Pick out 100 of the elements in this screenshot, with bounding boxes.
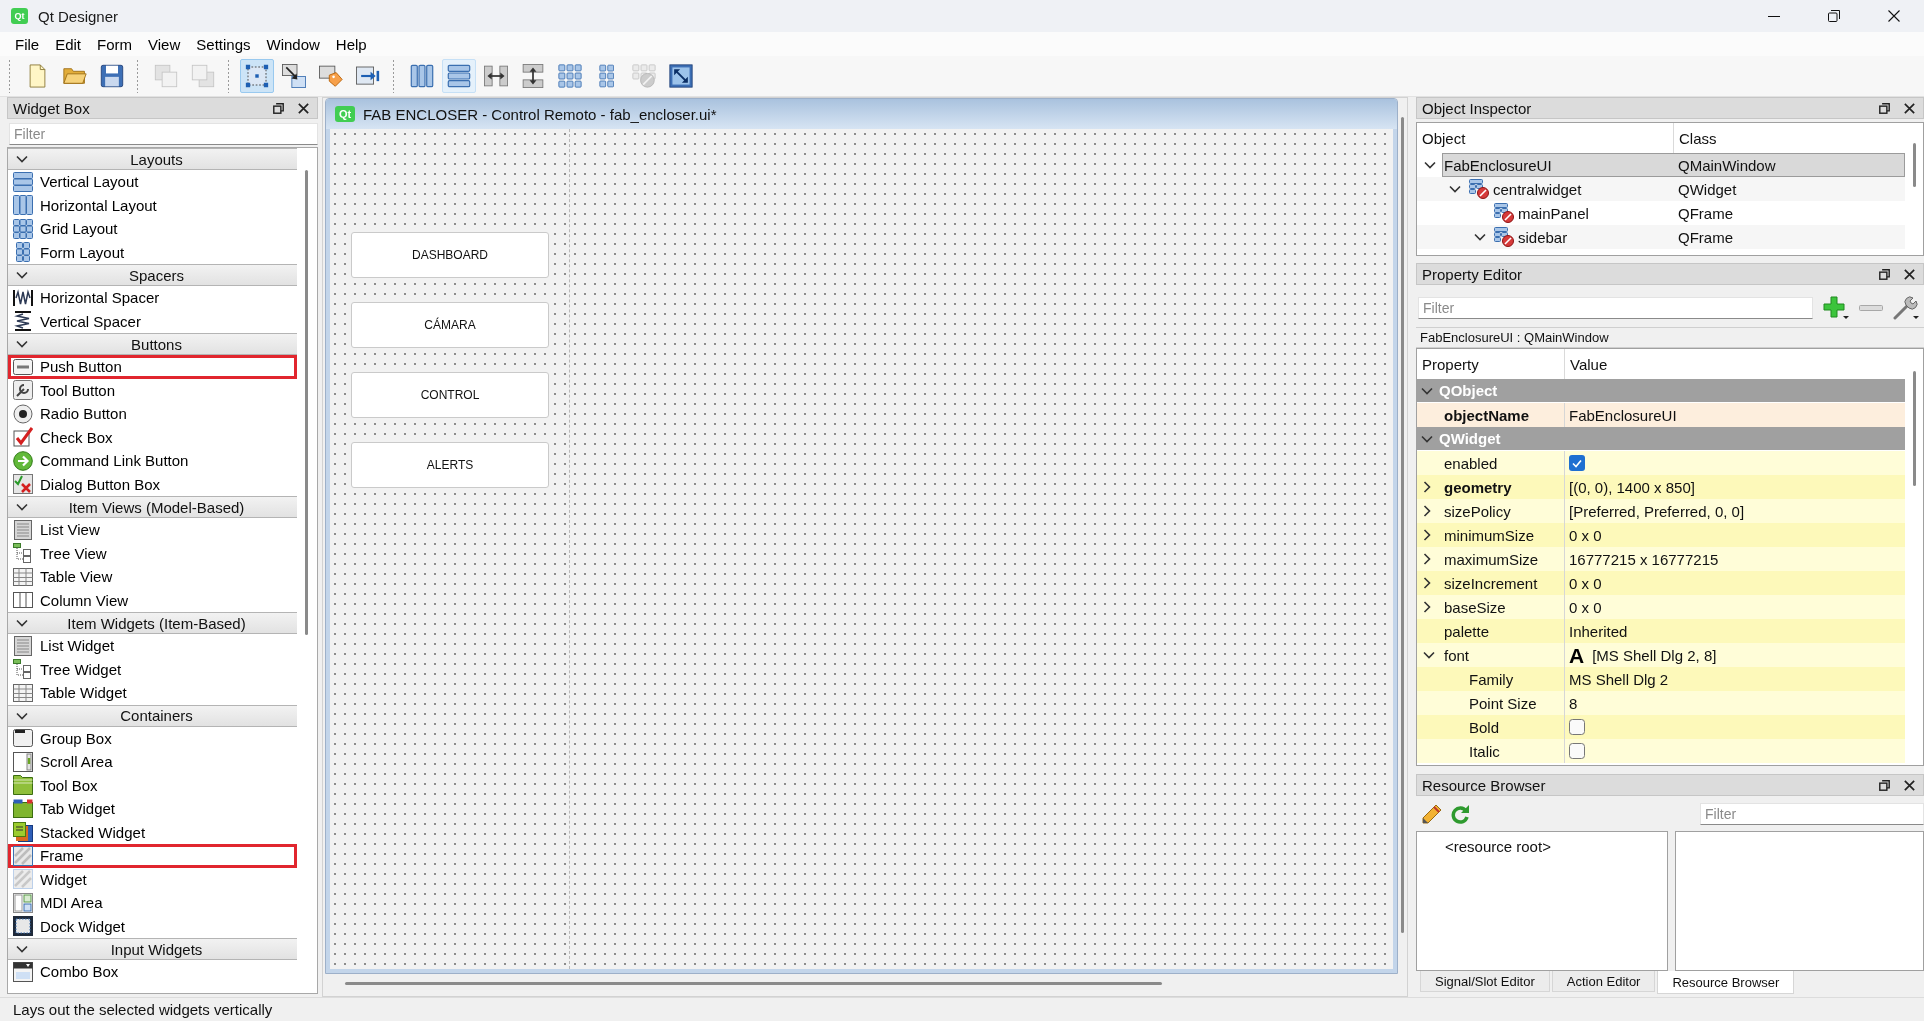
menu-item[interactable]: File: [7, 32, 48, 56]
chevron-down-icon[interactable]: [1424, 161, 1436, 169]
widget-item[interactable]: Tool Box: [8, 773, 297, 797]
category-header[interactable]: Buttons: [8, 333, 297, 355]
widget-item[interactable]: Check Box: [8, 425, 297, 449]
widget-item[interactable]: Widget: [8, 867, 297, 891]
chevron-right-icon[interactable]: [1423, 505, 1431, 517]
widget-item[interactable]: Table Widget: [8, 681, 297, 705]
dock-tab[interactable]: Signal/Slot Editor: [1420, 971, 1550, 992]
widget-item[interactable]: Scroll Area: [8, 750, 297, 774]
widget-item[interactable]: Horizontal Spacer: [8, 286, 297, 310]
menu-item[interactable]: View: [140, 32, 189, 56]
column-header[interactable]: Class: [1674, 123, 1905, 153]
chevron-right-icon[interactable]: [1423, 553, 1431, 565]
property-row[interactable]: font A [MS Shell Dlg 2, 8]: [1417, 643, 1905, 667]
chevron-right-icon[interactable]: [1423, 529, 1431, 541]
widget-item[interactable]: Stacked Widget: [8, 820, 297, 844]
chevron-down-icon[interactable]: [16, 340, 28, 348]
category-header[interactable]: Item Widgets (Item-Based): [8, 612, 297, 634]
scrollbar-thumb[interactable]: [1401, 117, 1404, 933]
property-row[interactable]: Family MS Shell Dlg 2: [1417, 667, 1905, 691]
form-button[interactable]: CÁMARA: [351, 302, 549, 348]
widget-item[interactable]: Horizontal Layout: [8, 193, 297, 217]
menu-item[interactable]: Form: [89, 32, 141, 56]
widget-item[interactable]: Command Link Button: [8, 449, 297, 473]
float-icon[interactable]: [1879, 268, 1890, 280]
float-icon[interactable]: [1879, 102, 1890, 114]
dock-tab[interactable]: Resource Browser: [1657, 971, 1795, 994]
checkbox-checked[interactable]: [1569, 455, 1585, 471]
widget-item[interactable]: Frame: [8, 844, 297, 868]
dock-tab[interactable]: Action Editor: [1551, 971, 1656, 992]
form-button[interactable]: DASHBOARD: [351, 232, 549, 278]
scrollbar-thumb[interactable]: [1913, 371, 1916, 486]
tree-item[interactable]: mainPanel QFrame: [1492, 201, 1905, 225]
property-row[interactable]: baseSize 0 x 0: [1417, 595, 1905, 619]
widget-item[interactable]: Table View: [8, 565, 297, 589]
chevron-down-icon[interactable]: [1421, 434, 1433, 443]
filter-field[interactable]: Filter: [1418, 297, 1813, 319]
widget-item[interactable]: Group Box: [8, 726, 297, 750]
widget-item[interactable]: Dock Widget: [8, 914, 297, 938]
tree-item[interactable]: <resource root>: [1445, 838, 1551, 855]
column-header[interactable]: Value: [1565, 349, 1905, 379]
chevron-down-icon[interactable]: [1421, 386, 1433, 395]
chevron-right-icon[interactable]: [1423, 577, 1431, 589]
toolbar-button[interactable]: [239, 59, 274, 93]
category-header[interactable]: Input Widgets: [8, 938, 297, 960]
close-icon[interactable]: [1904, 779, 1915, 791]
menu-item[interactable]: Help: [327, 32, 375, 56]
refresh-icon[interactable]: [1450, 804, 1470, 824]
scrollbar-thumb[interactable]: [1913, 143, 1916, 187]
widget-item[interactable]: Tool Button: [8, 378, 297, 402]
widget-item[interactable]: Vertical Spacer: [8, 309, 297, 333]
close-icon[interactable]: [1888, 10, 1900, 22]
widget-item[interactable]: Grid Layout: [8, 217, 297, 241]
property-row[interactable]: sizeIncrement 0 x 0: [1417, 571, 1905, 595]
property-row[interactable]: enabled: [1417, 451, 1905, 475]
chevron-right-icon[interactable]: [1423, 601, 1431, 613]
property-row[interactable]: maximumSize 16777215 x 16777215: [1417, 547, 1905, 571]
chevron-down-icon[interactable]: [16, 155, 28, 163]
category-header[interactable]: Layouts: [8, 148, 297, 170]
category-header[interactable]: Spacers: [8, 264, 297, 286]
menu-item[interactable]: Edit: [47, 32, 90, 56]
widget-item[interactable]: List View: [8, 518, 297, 542]
widget-item[interactable]: Tree View: [8, 541, 297, 565]
chevron-down-icon[interactable]: [16, 503, 28, 511]
widget-item[interactable]: Vertical Layout: [8, 170, 297, 194]
widget-item[interactable]: Form Layout: [8, 240, 297, 264]
chevron-down-icon[interactable]: [16, 945, 28, 953]
float-icon[interactable]: [273, 102, 284, 114]
category-header[interactable]: Item Views (Model-Based): [8, 496, 297, 518]
property-row[interactable]: Bold: [1417, 715, 1905, 739]
close-icon[interactable]: [1904, 102, 1915, 114]
scrollbar-thumb[interactable]: [305, 170, 308, 635]
scrollbar-thumb[interactable]: [345, 982, 1162, 985]
widget-item[interactable]: Dialog Button Box: [8, 472, 297, 496]
widget-item[interactable]: Tree Widget: [8, 657, 297, 681]
toolbar-button[interactable]: [441, 59, 476, 93]
category-header[interactable]: Containers: [8, 704, 297, 727]
wrench-icon[interactable]: [1893, 296, 1919, 320]
chevron-down-icon[interactable]: [1423, 651, 1435, 659]
close-icon[interactable]: [298, 102, 309, 114]
property-row[interactable]: palette Inherited: [1417, 619, 1905, 643]
filter-field[interactable]: Filter: [9, 123, 318, 145]
filter-field[interactable]: Filter: [1700, 803, 1924, 825]
property-row[interactable]: Point Size 8: [1417, 691, 1905, 715]
widget-item[interactable]: Tab Widget: [8, 797, 297, 821]
restore-icon[interactable]: [1828, 10, 1840, 22]
widget-item[interactable]: Column View: [8, 588, 297, 612]
menu-item[interactable]: Settings: [188, 32, 259, 56]
widget-item[interactable]: List Widget: [8, 634, 297, 658]
form-button[interactable]: CONTROL: [351, 372, 549, 418]
close-icon[interactable]: [1904, 268, 1915, 280]
widget-item[interactable]: Combo Box: [8, 960, 297, 984]
pencil-icon[interactable]: [1422, 804, 1442, 824]
property-row[interactable]: geometry [(0, 0), 1400 x 850]: [1417, 475, 1905, 499]
chevron-down-icon[interactable]: [16, 619, 28, 627]
property-row[interactable]: Italic: [1417, 739, 1905, 763]
tree-item[interactable]: FabEnclosureUI QMainWindow: [1442, 153, 1905, 177]
chevron-down-icon[interactable]: [16, 271, 28, 279]
property-row[interactable]: sizePolicy [Preferred, Preferred, 0, 0]: [1417, 499, 1905, 523]
